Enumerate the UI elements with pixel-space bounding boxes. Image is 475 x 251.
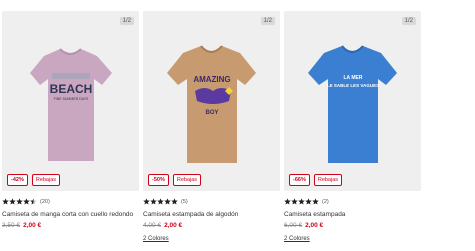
image-page-indicator: 1/2 xyxy=(119,17,134,25)
tshirt-image: AMAZING BOY xyxy=(167,45,256,163)
star-icon xyxy=(284,198,291,205)
promo-badge: Rebajas xyxy=(172,174,202,186)
old-price: 3,50 € xyxy=(2,222,21,229)
image-page-indicator: 1/2 xyxy=(260,17,275,25)
sale-price: 2,00 € xyxy=(164,222,183,229)
star-icon xyxy=(157,198,164,205)
discount-badge: -42% xyxy=(7,174,28,186)
rating-stars xyxy=(143,198,178,205)
rating-stars xyxy=(2,198,37,205)
product-title[interactable]: Camiseta estampada xyxy=(284,211,421,218)
product-title[interactable]: Camiseta de manga corta con cuello redon… xyxy=(2,211,139,218)
star-icon xyxy=(305,198,312,205)
product-image[interactable]: BEACH FINE SUMMER DAYS 1/2 -42% Rebajas xyxy=(2,11,139,191)
colors-link[interactable]: 2 Colores xyxy=(284,236,421,242)
review-count: (5) xyxy=(181,198,188,205)
image-page-indicator: 1/2 xyxy=(401,17,416,25)
rating-stars xyxy=(284,198,319,205)
review-count: (2) xyxy=(322,198,329,205)
old-price: 6,00 € xyxy=(284,222,303,229)
discount-badge: -50% xyxy=(148,174,169,186)
sale-price: 2,00 € xyxy=(305,222,324,229)
colors-link[interactable]: 2 Colores xyxy=(143,236,280,242)
product-card[interactable]: AMAZING BOY 1/2 -50% Rebajas (5) Camiset… xyxy=(143,11,280,242)
star-icon xyxy=(23,198,30,205)
print-sub: LE SABLE LES VAGUES xyxy=(327,83,379,88)
promo-badge: Rebajas xyxy=(313,174,343,186)
tshirt-image: LA MER LE SABLE LES VAGUES xyxy=(308,45,397,163)
print-main: LA MER xyxy=(344,75,363,81)
star-icon xyxy=(9,198,16,205)
print-main: AMAZING xyxy=(193,75,230,84)
star-icon xyxy=(171,198,178,205)
product-card[interactable]: LA MER LE SABLE LES VAGUES 1/2 -66% Reba… xyxy=(284,11,421,242)
half-star-icon xyxy=(30,198,37,205)
print-sub: BOY xyxy=(205,110,218,116)
star-icon xyxy=(2,198,9,205)
promo-badge: Rebajas xyxy=(31,174,61,186)
discount-badge: -66% xyxy=(289,174,310,186)
star-icon xyxy=(164,198,171,205)
price: 6,00 € 2,00 € xyxy=(284,222,421,229)
print-main: BEACH xyxy=(50,82,93,96)
star-icon xyxy=(298,198,305,205)
star-icon xyxy=(150,198,157,205)
rating: (2) xyxy=(284,197,421,206)
product-image[interactable]: LA MER LE SABLE LES VAGUES 1/2 -66% Reba… xyxy=(284,11,421,191)
sale-price: 2,00 € xyxy=(23,222,42,229)
old-price: 4,00 € xyxy=(143,222,162,229)
star-icon xyxy=(312,198,319,205)
product-image[interactable]: AMAZING BOY 1/2 -50% Rebajas xyxy=(143,11,280,191)
review-count: (20) xyxy=(40,198,50,205)
tshirt-image: BEACH FINE SUMMER DAYS xyxy=(30,48,112,161)
star-icon xyxy=(291,198,298,205)
product-card[interactable]: BEACH FINE SUMMER DAYS 1/2 -42% Rebajas … xyxy=(2,11,139,229)
star-icon xyxy=(143,198,150,205)
product-title[interactable]: Camiseta estampada de algodón xyxy=(143,211,280,218)
star-icon xyxy=(16,198,23,205)
price: 4,00 € 2,00 € xyxy=(143,222,280,229)
rating: (5) xyxy=(143,197,280,206)
price: 3,50 € 2,00 € xyxy=(2,222,139,229)
rating: (20) xyxy=(2,197,139,206)
print-sub: FINE SUMMER DAYS xyxy=(54,97,89,101)
